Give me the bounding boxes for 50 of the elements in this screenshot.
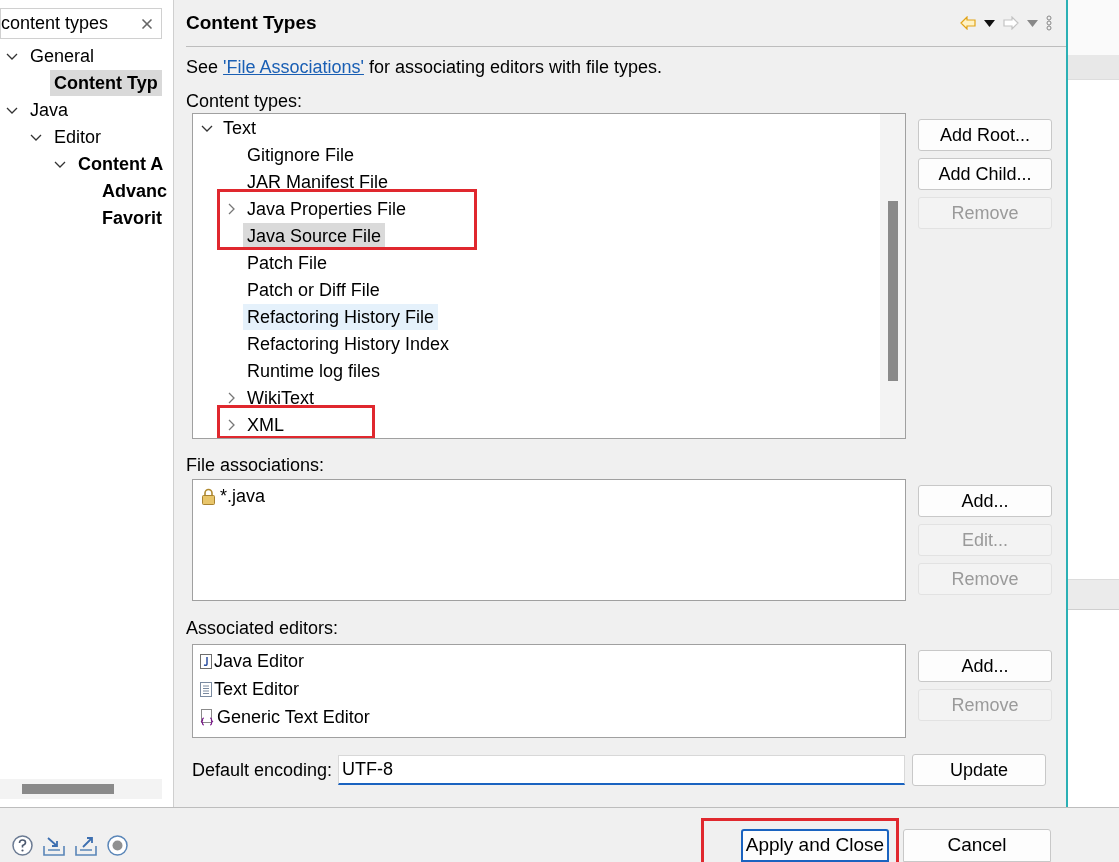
action-button[interactable]: Add Root... bbox=[918, 119, 1052, 151]
content-type-item[interactable]: Gitignore File bbox=[243, 141, 359, 168]
filter-field[interactable]: content types bbox=[0, 8, 162, 39]
help-icon[interactable] bbox=[12, 835, 33, 856]
nav-tree-item[interactable]: General bbox=[26, 42, 99, 69]
content-type-item[interactable]: JAR Manifest File bbox=[243, 168, 393, 195]
encoding-field[interactable]: UTF-8 bbox=[338, 755, 906, 785]
section-label: Content types: bbox=[186, 90, 304, 113]
lock-icon bbox=[201, 487, 216, 505]
nav-tree-item[interactable]: Content Typ bbox=[50, 69, 162, 96]
export-icon[interactable] bbox=[75, 835, 97, 856]
file-associations-link[interactable]: 'File Associations' bbox=[223, 57, 364, 77]
content-type-item[interactable]: Refactoring History File bbox=[243, 303, 439, 330]
content-type-item[interactable]: Patch or Diff File bbox=[243, 276, 384, 303]
content-type-item[interactable]: WikiText bbox=[243, 384, 318, 411]
editor-item[interactable]: Java Editor bbox=[214, 647, 305, 675]
content-type-item[interactable]: Patch File bbox=[243, 249, 332, 276]
dialog-button[interactable]: Cancel bbox=[903, 829, 1051, 862]
action-button[interactable]: Add... bbox=[918, 485, 1052, 517]
content-type-item[interactable]: Refactoring History Index bbox=[243, 330, 454, 357]
dropdown-icon[interactable] bbox=[984, 19, 995, 27]
editor-item[interactable]: Text Editor bbox=[214, 675, 300, 703]
nav-tree-item[interactable]: Java bbox=[26, 96, 73, 123]
content-type-item[interactable]: Java Source File bbox=[243, 222, 386, 249]
content-type-item[interactable]: Text bbox=[219, 114, 260, 141]
nav-tree-item[interactable]: Advanc bbox=[98, 177, 172, 204]
intro-text: See 'File Associations' for associating editors with file types. bbox=[186, 56, 664, 79]
editor-item[interactable]: Generic Text Editor bbox=[217, 703, 370, 731]
record-icon[interactable] bbox=[107, 835, 128, 856]
action-button[interactable]: Add Child... bbox=[918, 158, 1052, 190]
import-icon[interactable] bbox=[43, 835, 65, 856]
encoding-label: Default encoding: bbox=[192, 758, 333, 782]
generic-file-icon bbox=[200, 708, 215, 726]
java-file-icon bbox=[200, 653, 212, 669]
content-type-item[interactable]: Java Properties File bbox=[243, 195, 411, 222]
section-label: File associations: bbox=[186, 454, 326, 477]
content-type-item[interactable]: Runtime log files bbox=[243, 357, 385, 384]
horizontal-scrollbar[interactable] bbox=[0, 779, 162, 799]
nav-tree-item[interactable]: Editor bbox=[50, 123, 106, 150]
vertical-scrollbar[interactable] bbox=[880, 114, 905, 438]
nav-tree-item[interactable]: Favorit bbox=[98, 204, 166, 231]
content-type-item[interactable]: XML bbox=[243, 411, 288, 438]
action-button[interactable]: Update bbox=[912, 754, 1047, 786]
dialog-button[interactable]: Apply and Close bbox=[741, 829, 889, 862]
page-title: Content Types bbox=[186, 10, 317, 35]
action-button[interactable]: Add... bbox=[918, 650, 1052, 682]
section-label: Associated editors: bbox=[186, 617, 340, 640]
nav-tree-item[interactable]: Content A bbox=[74, 150, 168, 177]
file-association-item[interactable]: *.java bbox=[220, 482, 266, 510]
text-file-icon bbox=[200, 681, 212, 697]
